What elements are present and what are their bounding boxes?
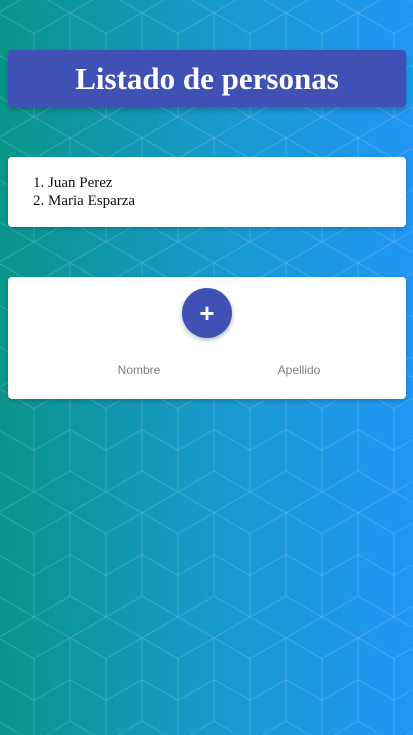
people-list: Juan Perez Maria Esparza — [8, 157, 406, 210]
people-list-card: Juan Perez Maria Esparza — [8, 157, 406, 227]
apellido-input[interactable] — [237, 359, 361, 381]
plus-icon: + — [199, 298, 215, 328]
nombre-input[interactable] — [77, 359, 201, 381]
title-card: Listado de personas — [8, 50, 406, 107]
page-title: Listado de personas — [75, 60, 339, 96]
list-item: Maria Esparza — [48, 192, 406, 210]
add-person-form: + — [8, 277, 406, 399]
list-item: Juan Perez — [48, 174, 406, 192]
add-person-button[interactable]: + — [182, 288, 232, 338]
